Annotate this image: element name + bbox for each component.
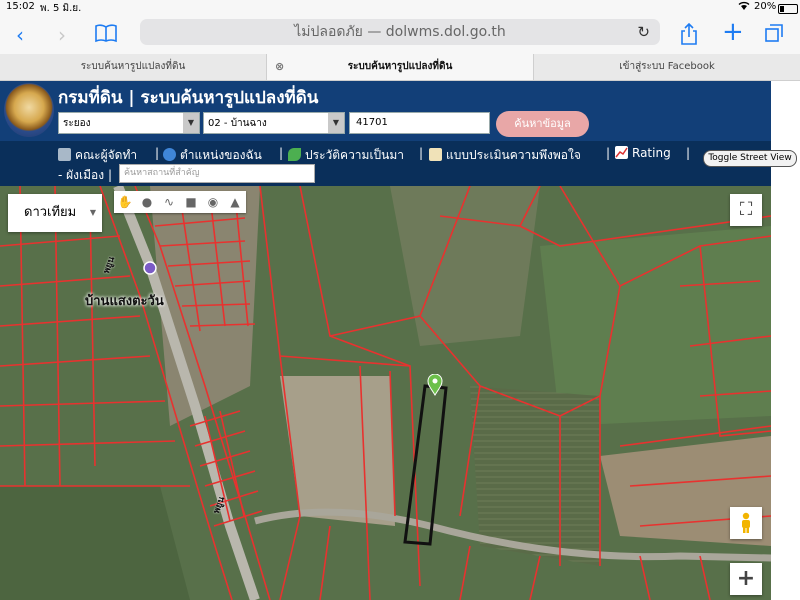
fullscreen-icon[interactable]: ⛶: [730, 194, 762, 226]
status-time: 15:02: [6, 1, 35, 12]
nav-separator: |: [419, 146, 424, 160]
bookmarks-icon[interactable]: [94, 23, 118, 46]
district-select[interactable]: 02 - บ้านฉาง ▼: [203, 112, 345, 134]
map-type-select[interactable]: ดาวเทียม ▼: [8, 194, 102, 232]
status-bar: 15:02 พ. 5 มิ.ย. 20%: [0, 0, 800, 16]
parcel-number-input[interactable]: 41701: [349, 112, 490, 134]
location-pin-icon[interactable]: [427, 373, 443, 400]
nav-item-history[interactable]: ประวัติความเป็นมา: [288, 146, 404, 165]
polyline-icon[interactable]: ∿: [158, 191, 180, 213]
nav-item-zoning[interactable]: - ผังเมือง |: [58, 166, 112, 185]
nav-separator: |: [686, 146, 691, 160]
toggle-street-view-button[interactable]: Toggle Street View: [703, 150, 797, 167]
nav-item-credits[interactable]: คณะผู้จัดทำ: [58, 146, 137, 165]
chart-icon: [615, 146, 628, 159]
drawing-toolbar: ✋ ● ∿ ■ ◉ ▲: [114, 191, 246, 213]
zoom-in-icon[interactable]: +: [730, 563, 762, 595]
status-date: พ. 5 มิ.ย.: [40, 3, 82, 14]
tabs-icon[interactable]: [764, 23, 784, 46]
department-logo: [4, 83, 54, 137]
village-marker[interactable]: [143, 261, 157, 275]
plant-icon: [288, 148, 301, 161]
book-icon: [58, 148, 71, 161]
chevron-down-icon: ▼: [183, 113, 199, 133]
rectangle-icon[interactable]: ■: [180, 191, 202, 213]
nav-separator: |: [606, 146, 611, 160]
nav-item-rating[interactable]: Rating: [615, 146, 671, 160]
place-search-input[interactable]: ค้นหาสถานที่สำคัญ: [119, 164, 315, 183]
back-icon[interactable]: ‹: [16, 25, 24, 45]
chevron-down-icon: ▼: [89, 208, 96, 217]
globe-icon: [163, 148, 176, 161]
page-margin: [771, 186, 800, 600]
nav-item-my-location[interactable]: ตำแหน่งของฉัน: [163, 146, 262, 165]
search-button[interactable]: ค้นหาข้อมูล: [496, 111, 589, 137]
forward-icon[interactable]: ›: [58, 25, 66, 45]
map-canvas[interactable]: บ้านแสงตะวัน พยูน พยูน: [0, 186, 771, 600]
polygon-icon[interactable]: ▲: [224, 191, 246, 213]
tab-3[interactable]: เข้าสู่ระบบ Facebook: [534, 54, 800, 80]
tab-bar: ระบบค้นหารูปแปลงที่ดิน ⊗ ระบบค้นหารูปแปล…: [0, 54, 800, 81]
battery-icon: [778, 4, 798, 14]
tab-1[interactable]: ระบบค้นหารูปแปลงที่ดิน: [0, 54, 267, 80]
village-label: บ้านแสงตะวัน: [85, 294, 164, 309]
site-title: กรมที่ดิน | ระบบค้นหารูปแปลงที่ดิน: [58, 88, 319, 108]
pegman-icon[interactable]: [730, 507, 762, 539]
battery-percent: 20%: [754, 1, 777, 12]
share-icon[interactable]: [680, 22, 698, 48]
new-tab-icon[interactable]: +: [722, 19, 744, 45]
province-select[interactable]: ระยอง ▼: [58, 112, 200, 134]
form-icon: [429, 148, 442, 161]
address-bar[interactable]: ไม่ปลอดภัย — dolwms.dol.go.th ↻: [140, 19, 660, 45]
marker-icon[interactable]: ●: [136, 191, 158, 213]
nav-item-survey[interactable]: แบบประเมินความพึงพอใจ: [429, 146, 581, 165]
url-text: ไม่ปลอดภัย — dolwms.dol.go.th: [294, 24, 506, 40]
circle-icon[interactable]: ◉: [202, 191, 224, 213]
hand-icon[interactable]: ✋: [114, 191, 136, 213]
close-tab-icon[interactable]: ⊗: [275, 54, 284, 80]
wifi-icon: [738, 1, 750, 14]
chevron-down-icon: ▼: [328, 113, 344, 133]
nav-separator: |: [279, 146, 284, 160]
satellite-map: [0, 186, 771, 600]
nav-separator: |: [155, 146, 160, 160]
reload-icon[interactable]: ↻: [637, 19, 650, 45]
tab-2-active[interactable]: ⊗ ระบบค้นหารูปแปลงที่ดิน: [267, 54, 534, 80]
forest-area: [0, 486, 190, 600]
